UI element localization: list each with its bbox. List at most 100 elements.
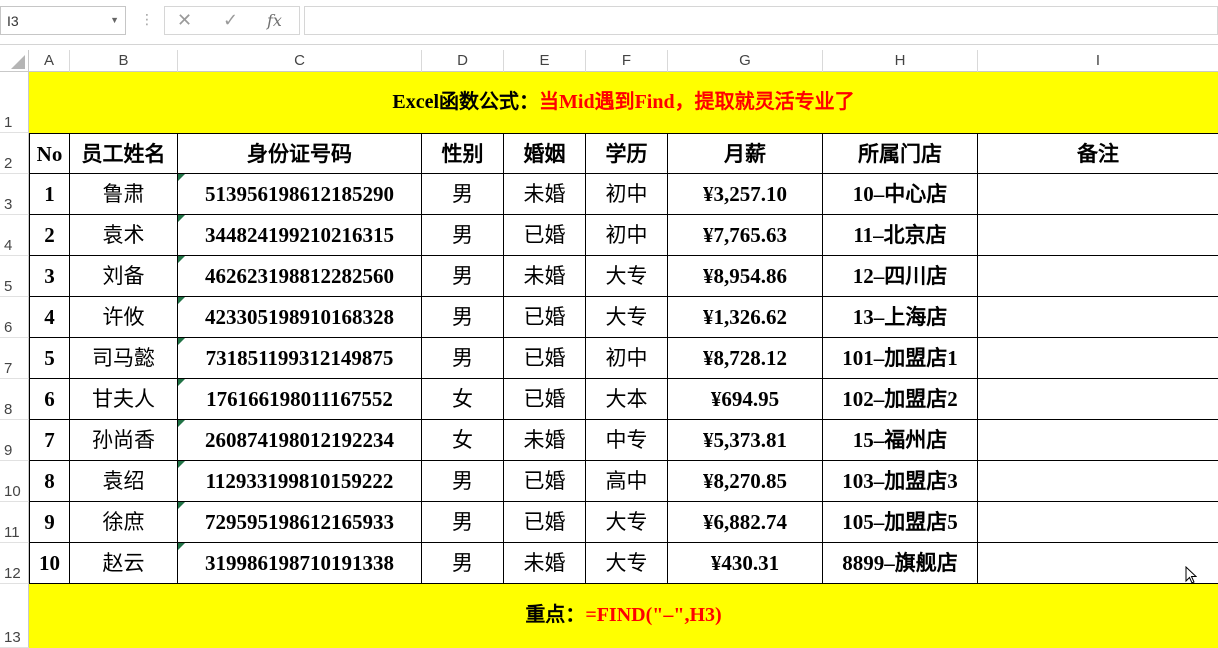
cell-education[interactable]: 初中	[586, 215, 668, 256]
drag-handle-icon[interactable]: ⋮	[140, 12, 154, 26]
cell-id-number[interactable]: 513956198612185290	[178, 174, 422, 215]
cell-id-number[interactable]: 319986198710191338	[178, 543, 422, 584]
cell-marital[interactable]: 已婚	[504, 502, 586, 543]
cell-no[interactable]: 8	[29, 461, 70, 502]
cell-salary[interactable]: ¥8,270.85	[668, 461, 823, 502]
cell-salary[interactable]: ¥3,257.10	[668, 174, 823, 215]
cell-note[interactable]	[978, 297, 1218, 338]
cell-store[interactable]: 102–加盟店2	[823, 379, 978, 420]
cell-marital[interactable]: 未婚	[504, 256, 586, 297]
cell-note[interactable]	[978, 502, 1218, 543]
cell-education[interactable]: 大专	[586, 543, 668, 584]
cell-id-number[interactable]: 344824199210216315	[178, 215, 422, 256]
cell-store[interactable]: 11–北京店	[823, 215, 978, 256]
row-header-9[interactable]: 9	[0, 420, 29, 461]
column-header-h[interactable]: H	[823, 50, 978, 72]
cell-note[interactable]	[978, 461, 1218, 502]
name-box[interactable]: I3 ▼	[0, 6, 126, 35]
column-header-g[interactable]: G	[668, 50, 823, 72]
cell-id-number[interactable]: 729595198612165933	[178, 502, 422, 543]
cell-note[interactable]	[978, 256, 1218, 297]
cell-gender[interactable]: 男	[422, 502, 504, 543]
cell-gender[interactable]: 男	[422, 215, 504, 256]
cell-education[interactable]: 中专	[586, 420, 668, 461]
row-header-2[interactable]: 2	[0, 133, 29, 174]
column-header-i[interactable]: I	[978, 50, 1218, 72]
header-cell-note[interactable]: 备注	[978, 133, 1218, 174]
row-header-7[interactable]: 7	[0, 338, 29, 379]
column-header-b[interactable]: B	[70, 50, 178, 72]
cell-education[interactable]: 大本	[586, 379, 668, 420]
cell-note[interactable]	[978, 543, 1218, 584]
cell-id-number[interactable]: 260874198012192234	[178, 420, 422, 461]
cell-education[interactable]: 初中	[586, 338, 668, 379]
cell-id-number[interactable]: 176166198011167552	[178, 379, 422, 420]
cell-store[interactable]: 15–福州店	[823, 420, 978, 461]
row-header-5[interactable]: 5	[0, 256, 29, 297]
cell-name[interactable]: 许攸	[70, 297, 178, 338]
column-header-e[interactable]: E	[504, 50, 586, 72]
cell-gender[interactable]: 男	[422, 297, 504, 338]
cell-store[interactable]: 10–中心店	[823, 174, 978, 215]
enter-icon[interactable]: ✓	[223, 10, 238, 31]
cell-marital[interactable]: 未婚	[504, 174, 586, 215]
column-header-a[interactable]: A	[29, 50, 70, 72]
cell-salary[interactable]: ¥5,373.81	[668, 420, 823, 461]
cell-salary[interactable]: ¥8,728.12	[668, 338, 823, 379]
column-header-d[interactable]: D	[422, 50, 504, 72]
cell-gender[interactable]: 男	[422, 338, 504, 379]
row-header-10[interactable]: 10	[0, 461, 29, 502]
cell-name[interactable]: 刘备	[70, 256, 178, 297]
cell-note[interactable]	[978, 379, 1218, 420]
cell-marital[interactable]: 已婚	[504, 297, 586, 338]
cell-marital[interactable]: 未婚	[504, 543, 586, 584]
cell-store[interactable]: 12–四川店	[823, 256, 978, 297]
row-header-12[interactable]: 12	[0, 543, 29, 584]
cell-note[interactable]	[978, 420, 1218, 461]
cell-name[interactable]: 甘夫人	[70, 379, 178, 420]
cell-store[interactable]: 103–加盟店3	[823, 461, 978, 502]
cell-marital[interactable]: 已婚	[504, 215, 586, 256]
cell-no[interactable]: 5	[29, 338, 70, 379]
cell-store[interactable]: 105–加盟店5	[823, 502, 978, 543]
cell-no[interactable]: 2	[29, 215, 70, 256]
header-cell-salary[interactable]: 月薪	[668, 133, 823, 174]
header-cell-name[interactable]: 员工姓名	[70, 133, 178, 174]
cell-salary[interactable]: ¥430.31	[668, 543, 823, 584]
header-cell-no[interactable]: No	[29, 133, 70, 174]
cell-no[interactable]: 3	[29, 256, 70, 297]
cell-education[interactable]: 大专	[586, 256, 668, 297]
formula-input[interactable]	[304, 6, 1218, 35]
cell-marital[interactable]: 未婚	[504, 420, 586, 461]
row-header-13[interactable]: 13	[0, 584, 29, 648]
cell-education[interactable]: 初中	[586, 174, 668, 215]
cell-name[interactable]: 袁术	[70, 215, 178, 256]
chevron-down-icon[interactable]: ▼	[110, 15, 119, 25]
cell-note[interactable]	[978, 215, 1218, 256]
cell-store[interactable]: 8899–旗舰店	[823, 543, 978, 584]
cell-id-number[interactable]: 423305198910168328	[178, 297, 422, 338]
cell-name[interactable]: 徐庶	[70, 502, 178, 543]
cell-note[interactable]	[978, 338, 1218, 379]
cell-id-number[interactable]: 731851199312149875	[178, 338, 422, 379]
cell-no[interactable]: 1	[29, 174, 70, 215]
cell-marital[interactable]: 已婚	[504, 338, 586, 379]
header-cell-education[interactable]: 学历	[586, 133, 668, 174]
cell-education[interactable]: 高中	[586, 461, 668, 502]
select-all-button[interactable]	[0, 50, 29, 72]
cell-gender[interactable]: 女	[422, 420, 504, 461]
row-header-11[interactable]: 11	[0, 502, 29, 543]
header-cell-store[interactable]: 所属门店	[823, 133, 978, 174]
header-cell-gender[interactable]: 性别	[422, 133, 504, 174]
cell-no[interactable]: 6	[29, 379, 70, 420]
cell-no[interactable]: 10	[29, 543, 70, 584]
cell-id-number[interactable]: 112933199810159222	[178, 461, 422, 502]
column-header-c[interactable]: C	[178, 50, 422, 72]
cell-name[interactable]: 孙尚香	[70, 420, 178, 461]
row-header-6[interactable]: 6	[0, 297, 29, 338]
header-cell-marital[interactable]: 婚姻	[504, 133, 586, 174]
cell-salary[interactable]: ¥694.95	[668, 379, 823, 420]
cell-note[interactable]	[978, 174, 1218, 215]
column-header-f[interactable]: F	[586, 50, 668, 72]
cell-salary[interactable]: ¥7,765.63	[668, 215, 823, 256]
